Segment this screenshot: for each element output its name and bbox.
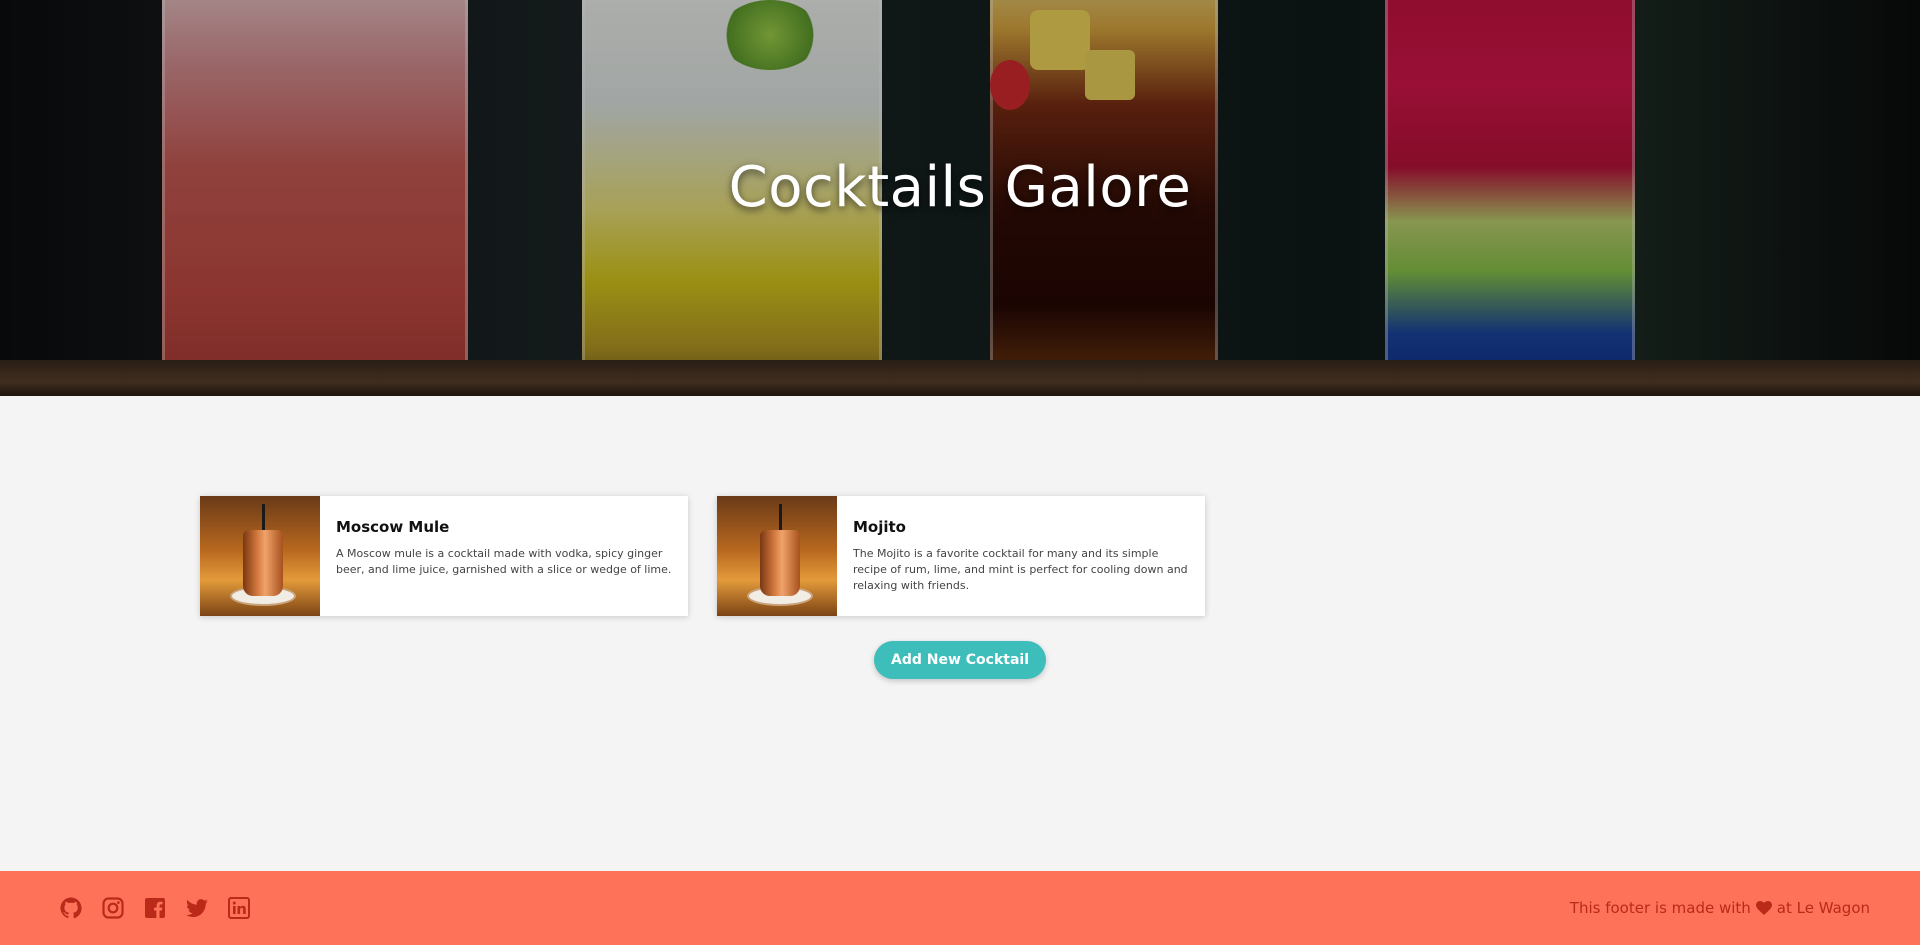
page-title: Cocktails Galore [728, 155, 1192, 220]
cocktail-card[interactable]: Moscow Mule A Moscow mule is a cocktail … [200, 496, 688, 616]
thumbnail-mug [760, 530, 800, 596]
cocktail-name: Mojito [853, 518, 906, 536]
cocktail-card-body: Mojito The Mojito is a favorite cocktail… [837, 496, 1205, 616]
cocktail-description: A Moscow mule is a cocktail made with vo… [336, 547, 672, 576]
footer-credit: This footer is made with at Le Wagon [1570, 899, 1870, 917]
github-icon[interactable] [58, 896, 83, 921]
cocktail-thumbnail [717, 496, 837, 616]
heart-icon [1755, 901, 1772, 915]
thumbnail-mug [243, 530, 283, 596]
footer-text-before: This footer is made with [1569, 899, 1751, 917]
add-cocktail-button[interactable]: Add New Cocktail [874, 641, 1046, 679]
twitter-icon[interactable] [184, 896, 209, 921]
footer-text-after: at Le Wagon [1776, 899, 1870, 917]
cocktail-description: The Mojito is a favorite cocktail for ma… [853, 547, 1188, 592]
cocktail-name: Moscow Mule [336, 518, 450, 536]
linkedin-icon[interactable] [226, 896, 251, 921]
cocktail-thumbnail [200, 496, 320, 616]
cocktail-card-body: Moscow Mule A Moscow mule is a cocktail … [320, 496, 688, 616]
cocktail-card[interactable]: Mojito The Mojito is a favorite cocktail… [717, 496, 1205, 616]
facebook-icon[interactable] [142, 896, 167, 921]
footer: This footer is made with at Le Wagon [0, 871, 1920, 945]
hero-banner: Cocktails Galore [0, 0, 1920, 396]
social-links [58, 896, 251, 921]
instagram-icon[interactable] [100, 896, 125, 921]
